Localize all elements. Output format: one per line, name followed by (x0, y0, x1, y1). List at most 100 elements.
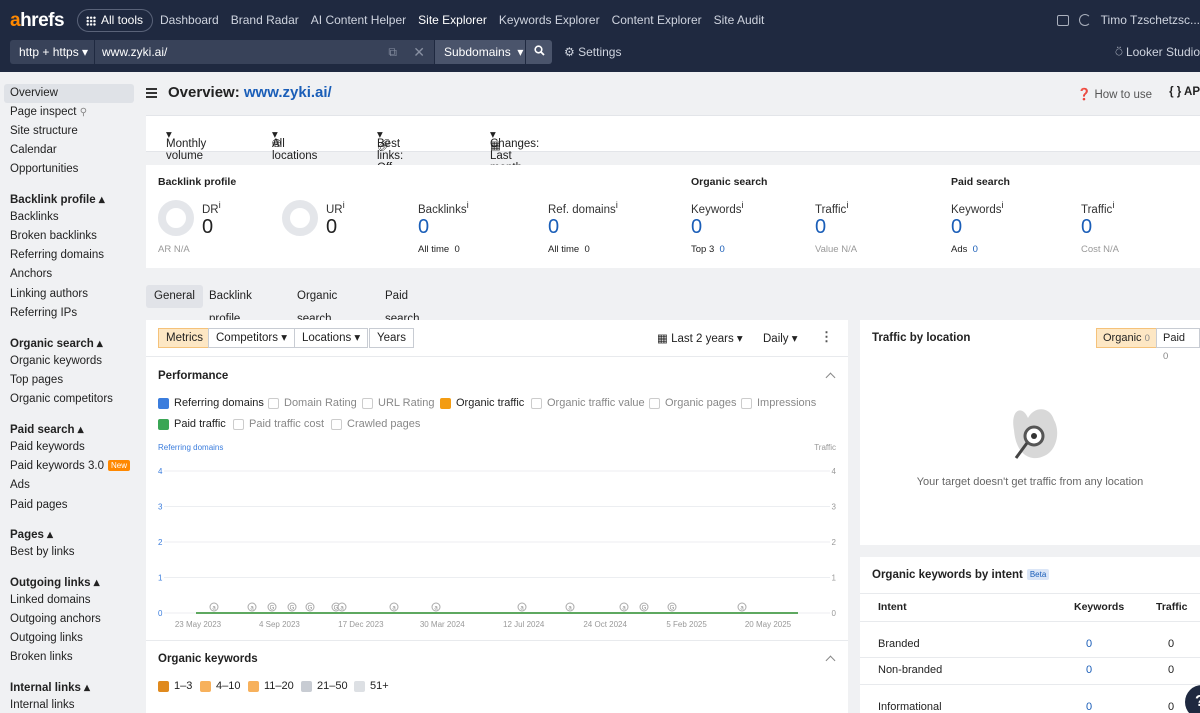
menu-icon[interactable] (146, 88, 157, 98)
sidebar-item-best-by-links[interactable]: Best by links (4, 543, 134, 562)
checkbox-paid-traffic[interactable]: Paid traffic (158, 417, 226, 431)
checkbox-url-rating[interactable]: URL Rating (362, 396, 434, 410)
paid-traffic-label[interactable]: Traffici (1081, 200, 1114, 216)
organic-traffic-value[interactable]: 0 (815, 216, 826, 239)
target-url-link[interactable]: www.zyki.ai/ (244, 84, 332, 101)
nav-brand-radar[interactable]: Brand Radar (231, 4, 299, 36)
checkbox-organic-traffic-value[interactable]: Organic traffic value (531, 396, 645, 410)
paid-keywords-value[interactable]: 0 (951, 216, 962, 239)
sidebar-item-broken-links[interactable]: Broken links (4, 648, 134, 667)
segment-competitors[interactable]: Competitors ▾ (208, 328, 295, 348)
column-header-keywords[interactable]: Keywords (1074, 601, 1124, 613)
sidebar-item-referring-domains[interactable]: Referring domains (4, 246, 134, 265)
collapse-icon[interactable] (825, 372, 836, 383)
sidebar-item-backlinks[interactable]: Backlinks (4, 208, 134, 227)
organic-keywords-label[interactable]: Keywordsi (691, 200, 744, 216)
column-header-traffic[interactable]: Traffic (1156, 601, 1188, 613)
sidebar-item-paid-keywords-3[interactable]: Paid keywords 3.0 New (4, 457, 134, 476)
sidebar-section-internal-links[interactable]: Internal links ▴ (10, 680, 90, 694)
sidebar-item-organic-keywords[interactable]: Organic keywords (4, 352, 134, 371)
sidebar-item-paid-keywords[interactable]: Paid keywords (4, 438, 134, 457)
intent-keywords[interactable]: 0 (1086, 701, 1092, 713)
user-menu[interactable]: Timo Tzschetzsc... (1101, 13, 1200, 27)
settings-button[interactable]: ⚙ Settings (564, 40, 621, 64)
refresh-icon[interactable] (1078, 14, 1091, 26)
tab-backlink-profile[interactable]: Backlink profile (201, 285, 260, 325)
intent-keywords[interactable]: 0 (1086, 664, 1092, 676)
ref-domains-value[interactable]: 0 (548, 216, 559, 239)
mode-select[interactable]: Subdomains ▾ (435, 40, 525, 64)
ur-label[interactable]: URi (326, 200, 345, 216)
sidebar-item-anchors[interactable]: Anchors (4, 265, 134, 284)
sidebar-section-backlink-profile[interactable]: Backlink profile ▴ (10, 192, 105, 206)
all-tools-button[interactable]: All tools (77, 9, 154, 32)
checkbox-impressions[interactable]: Impressions (741, 396, 816, 410)
sidebar-item-linking-authors[interactable]: Linking authors (4, 285, 134, 304)
backlinks-value[interactable]: 0 (418, 216, 429, 239)
toggle-paid[interactable]: Paid 0 (1156, 328, 1200, 362)
checkbox-organic-pages[interactable]: Organic pages (649, 396, 737, 410)
granularity-dropdown[interactable]: Daily ▾ (763, 331, 798, 345)
dr-label[interactable]: DRi (202, 200, 221, 216)
sidebar-item-opportunities[interactable]: Opportunities (4, 160, 134, 179)
search-button[interactable] (526, 40, 552, 64)
sidebar-item-ads[interactable]: Ads (4, 476, 134, 495)
external-link-icon[interactable]: ⧉ (388, 40, 397, 64)
checkbox-pos-1-3[interactable]: 1–3 (158, 679, 192, 693)
checkbox-pos-4-10[interactable]: 4–10 (200, 679, 240, 693)
segment-metrics[interactable]: Metrics (158, 328, 212, 348)
sidebar-item-linked-domains[interactable]: Linked domains (4, 591, 134, 610)
segment-years[interactable]: Years (369, 328, 414, 348)
period-dropdown[interactable]: ▦ Last 2 years ▾ (657, 331, 743, 345)
checkbox-pos-51-plus[interactable]: 51+ (354, 679, 389, 693)
tab-organic-search[interactable]: Organic search (289, 285, 345, 325)
sidebar-item-calendar[interactable]: Calendar (4, 141, 134, 160)
tab-general[interactable]: General (146, 285, 203, 308)
collapse-icon[interactable] (825, 655, 836, 666)
backlinks-label[interactable]: Backlinksi (418, 200, 469, 216)
checkbox-pos-21-50[interactable]: 21–50 (301, 679, 348, 693)
sidebar-item-outgoing-anchors[interactable]: Outgoing anchors (4, 610, 134, 629)
sidebar-item-internal-links[interactable]: Internal links (4, 696, 134, 713)
best-links-dropdown[interactable]: 🔗︎ Best links: Off ▾ (377, 127, 403, 174)
changes-dropdown[interactable]: ▦ Changes: Last month ▾ (490, 127, 539, 174)
protocol-select[interactable]: http + https ▾ (10, 40, 94, 64)
locations-dropdown[interactable]: 🌐︎ All locations ▾ (272, 127, 317, 162)
organic-traffic-label[interactable]: Traffici (815, 200, 848, 216)
window-icon[interactable] (1056, 14, 1069, 26)
sidebar-item-outgoing-links[interactable]: Outgoing links (4, 629, 134, 648)
checkbox-organic-traffic[interactable]: Organic traffic (440, 396, 524, 410)
looker-studio-button[interactable]: ⍥ Looker Studio (1115, 40, 1200, 64)
organic-keywords-value[interactable]: 0 (691, 216, 702, 239)
more-icon[interactable]: ⋮ (820, 329, 833, 345)
toggle-organic[interactable]: Organic 0 (1096, 328, 1157, 348)
clear-icon[interactable]: ✕ (413, 40, 425, 64)
sidebar-item-broken-backlinks[interactable]: Broken backlinks (4, 227, 134, 246)
nav-ai-content-helper[interactable]: AI Content Helper (311, 4, 406, 36)
ref-domains-label[interactable]: Ref. domainsi (548, 200, 618, 216)
sidebar-section-paid-search[interactable]: Paid search ▴ (10, 422, 84, 436)
intent-keywords[interactable]: 0 (1086, 638, 1092, 650)
url-input[interactable]: www.zyki.ai/⧉ ✕ (95, 40, 434, 64)
checkbox-paid-traffic-cost[interactable]: Paid traffic cost (233, 417, 324, 431)
sidebar-section-organic-search[interactable]: Organic search ▴ (10, 336, 103, 350)
checkbox-pos-11-20[interactable]: 11–20 (248, 679, 294, 693)
sidebar-item-paid-pages[interactable]: Paid pages (4, 496, 134, 515)
nav-dashboard[interactable]: Dashboard (160, 4, 219, 36)
nav-content-explorer[interactable]: Content Explorer (612, 4, 702, 36)
segment-locations[interactable]: Locations ▾ (294, 328, 369, 348)
checkbox-referring-domains[interactable]: Referring domains (158, 396, 264, 410)
volume-dropdown[interactable]: Monthly volume ▾ (166, 127, 206, 162)
sidebar-item-referring-ips[interactable]: Referring IPs (4, 304, 134, 323)
sidebar-section-outgoing-links[interactable]: Outgoing links ▴ (10, 575, 99, 589)
nav-keywords-explorer[interactable]: Keywords Explorer (499, 4, 600, 36)
api-button[interactable]: { } AP (1169, 86, 1200, 98)
tab-paid-search[interactable]: Paid search (377, 285, 428, 325)
sidebar-item-site-structure[interactable]: Site structure (4, 122, 134, 141)
sidebar-item-overview[interactable]: Overview (4, 84, 134, 103)
sidebar-item-page-inspect[interactable]: Page inspect ⚲ (4, 103, 134, 122)
nav-site-audit[interactable]: Site Audit (714, 4, 765, 36)
how-to-use-link[interactable]: ❓ How to use (1077, 87, 1152, 101)
sidebar-item-organic-competitors[interactable]: Organic competitors (4, 390, 134, 409)
paid-traffic-value[interactable]: 0 (1081, 216, 1092, 239)
